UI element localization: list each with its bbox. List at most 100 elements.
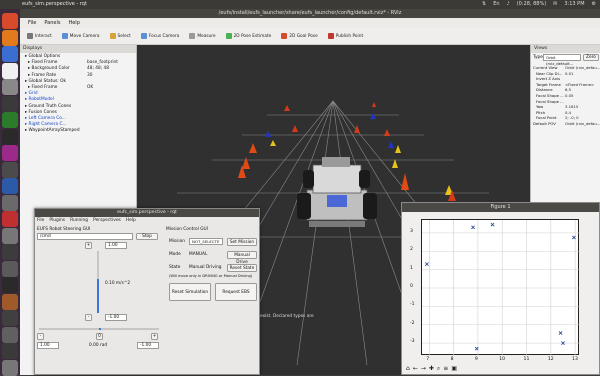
toolbar-pin-button[interactable]: Publish Point bbox=[325, 31, 366, 41]
home-icon[interactable]: ⌂ bbox=[406, 365, 410, 373]
max-speed-spinbox[interactable]: 1.00 bbox=[105, 242, 127, 249]
display-item[interactable]: ▸ Global Status: Ok bbox=[25, 79, 66, 85]
steer-center-button[interactable]: 0 bbox=[96, 333, 103, 340]
toolbar-select-button[interactable]: Select bbox=[107, 31, 134, 41]
indicator-0[interactable]: ⇅ bbox=[482, 1, 486, 7]
menu-perspectives[interactable]: Perspectives bbox=[93, 217, 121, 225]
min-speed-spinbox[interactable]: -1.00 bbox=[105, 314, 127, 321]
stop-button[interactable]: Stop bbox=[136, 233, 158, 240]
steering-slider-handle[interactable] bbox=[99, 328, 101, 330]
launcher-app-icon[interactable] bbox=[2, 227, 18, 244]
scatter-plot-area[interactable] bbox=[421, 219, 580, 356]
manual-drive-button[interactable]: Manual Drive bbox=[227, 251, 257, 265]
launcher-app-icon[interactable] bbox=[2, 260, 18, 277]
toolbar-cursor-button[interactable]: Interact bbox=[24, 31, 55, 41]
launcher-app-icon[interactable] bbox=[2, 343, 18, 359]
menu-file[interactable]: File bbox=[28, 18, 36, 28]
launcher-app-icon[interactable] bbox=[2, 95, 18, 112]
toolbar-label: Select bbox=[117, 33, 131, 39]
figure-title-bar: Figure 1 bbox=[402, 203, 599, 212]
speed-slider-fill bbox=[97, 279, 99, 313]
launcher-app-icon[interactable] bbox=[2, 62, 18, 79]
toolbar-label: Focus Camera bbox=[148, 33, 180, 39]
scatter-point bbox=[424, 262, 429, 266]
display-item-label: Frame Rate bbox=[31, 72, 57, 78]
indicator-6[interactable]: ⚙ bbox=[592, 1, 596, 7]
launcher-app-icon[interactable] bbox=[2, 244, 18, 260]
reset-state-button[interactable]: Reset State bbox=[227, 264, 257, 272]
indicator-2[interactable]: ♪ bbox=[507, 1, 510, 7]
toolbar-focus-button[interactable]: Focus Camera bbox=[138, 31, 183, 41]
launcher-app-icon[interactable] bbox=[2, 310, 18, 326]
display-item-value: 48; 48; 48 bbox=[87, 66, 110, 72]
display-item[interactable]: ▸ Fusion Cones bbox=[25, 110, 57, 116]
pan-icon[interactable]: ✚ bbox=[429, 365, 434, 373]
launcher-app-icon[interactable] bbox=[2, 178, 18, 194]
menu-help[interactable]: Help bbox=[126, 217, 136, 225]
launcher-app-icon[interactable] bbox=[2, 145, 18, 161]
launcher-app-icon[interactable] bbox=[2, 277, 18, 293]
indicator-5[interactable]: 3:13 PM bbox=[564, 1, 584, 7]
left-angle-spinbox[interactable]: 1.00 bbox=[37, 342, 59, 349]
state-label: State bbox=[169, 265, 181, 270]
mission-select[interactable]: NOT_SELECTE bbox=[189, 238, 223, 245]
launcher-app-icon[interactable] bbox=[2, 29, 18, 46]
launcher-app-icon[interactable] bbox=[2, 13, 18, 29]
view-property[interactable]: Default POV bbox=[533, 121, 556, 127]
menu-running[interactable]: Running bbox=[70, 217, 88, 225]
display-item-label: Left Camera Co... bbox=[28, 116, 66, 121]
display-item-label: Right Camera C... bbox=[28, 122, 67, 128]
display-item-label: Global Options bbox=[28, 54, 61, 59]
display-item[interactable]: ▸ Frame Rate bbox=[28, 73, 56, 79]
topic-input[interactable]: /cmd bbox=[37, 233, 133, 240]
speed-value: 0.10 m/s^2 bbox=[105, 281, 131, 286]
right-angle-spinbox[interactable]: -1.00 bbox=[137, 342, 159, 349]
toolbar-camera-move-button[interactable]: Move Camera bbox=[59, 31, 103, 41]
display-item[interactable]: ▸ Background Color bbox=[28, 66, 70, 72]
save-icon[interactable]: ▣ bbox=[451, 365, 457, 373]
figure-toolbar: ⌂ ← → ✚ ⌕ ≡ ▣ bbox=[406, 365, 457, 373]
forward-icon[interactable]: → bbox=[421, 365, 426, 373]
display-item[interactable]: ▸ WaypointArrayStamped bbox=[25, 128, 80, 134]
launcher-app-icon[interactable] bbox=[2, 79, 18, 95]
zoom-icon[interactable]: ⌕ bbox=[437, 365, 440, 373]
launcher-app-icon[interactable] bbox=[2, 211, 18, 227]
view-type-select[interactable]: Orbit (rviz_default... bbox=[543, 54, 581, 66]
launcher-app-icon[interactable] bbox=[2, 359, 18, 376]
menu-help[interactable]: Help bbox=[68, 18, 79, 28]
launcher-app-icon[interactable] bbox=[2, 128, 18, 145]
launcher-app-icon[interactable] bbox=[2, 112, 18, 128]
cursor-icon bbox=[27, 33, 33, 39]
menu-file[interactable]: File bbox=[37, 217, 44, 225]
toolbar-ruler-button[interactable]: Measure bbox=[186, 31, 218, 41]
speed-decrease-button[interactable]: - bbox=[85, 314, 92, 321]
display-item[interactable]: ▸ RobotModel bbox=[25, 97, 54, 103]
goal-arrow-icon bbox=[281, 33, 288, 39]
speed-increase-button[interactable]: + bbox=[85, 242, 92, 249]
toolbar-goal-arrow-button[interactable]: 2D Goal Pose bbox=[278, 31, 321, 41]
request-ebs-button[interactable]: Request EBS bbox=[215, 283, 257, 301]
reset-simulation-button[interactable]: Reset Simulation bbox=[169, 283, 211, 301]
x-tick-label: 12 bbox=[547, 357, 554, 362]
menu-panels[interactable]: Panels bbox=[44, 18, 60, 28]
indicator-4[interactable]: ✉ bbox=[553, 1, 557, 7]
launcher-dock bbox=[0, 9, 20, 376]
launcher-app-icon[interactable] bbox=[2, 194, 18, 211]
scatter-point bbox=[471, 225, 475, 230]
indicator-3[interactable]: (0:28, 88%) bbox=[517, 1, 546, 7]
menu-plugins[interactable]: Plugins bbox=[49, 217, 65, 225]
launcher-app-icon[interactable] bbox=[2, 293, 18, 310]
settings-icon[interactable]: ≡ bbox=[443, 365, 448, 373]
toolbar-pose-arrow-button[interactable]: 2D Pose Estimate bbox=[223, 31, 275, 41]
indicator-1[interactable]: En bbox=[493, 1, 499, 7]
launcher-app-icon[interactable] bbox=[2, 161, 18, 178]
steer-left-button[interactable]: - bbox=[37, 333, 44, 340]
set-mission-button[interactable]: Set Mission bbox=[227, 238, 257, 246]
display-item-label: Fixed Frame bbox=[31, 85, 58, 90]
display-item[interactable]: ▸ Ground Truth Cones bbox=[25, 104, 71, 110]
steer-right-button[interactable]: + bbox=[151, 333, 158, 340]
back-icon[interactable]: ← bbox=[413, 365, 418, 373]
launcher-app-icon[interactable] bbox=[2, 46, 18, 62]
launcher-app-icon[interactable] bbox=[2, 326, 18, 343]
views-zero-button[interactable]: Zero bbox=[583, 54, 599, 61]
